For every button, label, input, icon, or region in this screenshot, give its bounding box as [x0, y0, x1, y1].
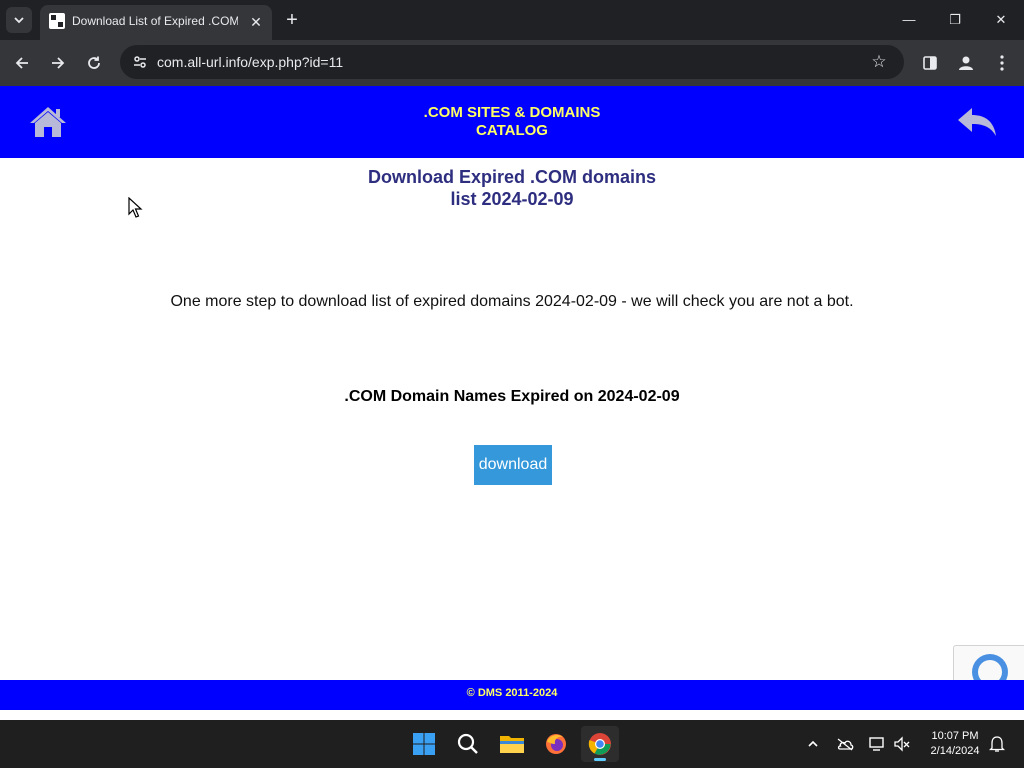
site-header: .COM SITES & DOMAINS CATALOG [0, 86, 1024, 158]
url-text: com.all-url.info/exp.php?id=11 [157, 54, 344, 70]
browser-tab[interactable]: Download List of Expired .COM domains ✕ [40, 5, 272, 40]
chevron-down-icon [14, 17, 24, 24]
chrome-icon [588, 733, 611, 755]
back-link[interactable] [956, 104, 998, 140]
file-explorer-button[interactable] [493, 726, 531, 762]
tune-icon [134, 56, 146, 68]
expired-domains-heading: .COM Domain Names Expired on 2024-02-09 [344, 388, 680, 405]
site-footer: © DMS 2011-2024 [0, 680, 1024, 710]
folder-icon [500, 736, 524, 753]
search-icon [457, 733, 478, 754]
copyright-text: © DMS 2011-2024 [466, 687, 558, 699]
reload-button[interactable] [80, 49, 108, 77]
tab-title: Download List of Expired .COM domains [72, 14, 238, 28]
side-panel-icon[interactable] [917, 50, 943, 76]
bot-check-notice: One more step to download list of expire… [170, 293, 854, 310]
back-button[interactable] [8, 49, 36, 77]
volume-muted-icon[interactable] [892, 734, 912, 754]
recaptcha-icon [972, 654, 1008, 680]
start-button[interactable] [405, 726, 443, 762]
home-link[interactable] [28, 104, 68, 140]
tab-search-button[interactable] [6, 7, 32, 33]
address-bar[interactable]: com.all-url.info/exp.php?id=11 ☆ [120, 45, 904, 79]
mouse-cursor-icon [128, 197, 143, 218]
minimize-button[interactable]: — [886, 0, 932, 40]
page-title: Download Expired .COM domains list 2024-… [312, 166, 712, 210]
window-close-button[interactable]: ✕ [978, 0, 1024, 40]
home-icon [30, 107, 66, 137]
forward-button[interactable] [44, 49, 72, 77]
page-title-line1: Download Expired .COM domains [367, 167, 657, 187]
notification-bell-icon[interactable] [987, 734, 1007, 754]
page-title-line2: list 2024-02-09 [450, 189, 574, 209]
firefox-icon [546, 734, 566, 754]
site-title-line2: CATALOG [476, 122, 548, 139]
browser-tab-strip: Download List of Expired .COM domains ✕ … [0, 0, 1024, 40]
profile-icon[interactable] [953, 50, 979, 76]
system-clock[interactable]: 10:07 PM 2/14/2024 [918, 729, 992, 759]
search-button[interactable] [449, 726, 487, 762]
kebab-menu-icon[interactable] [989, 50, 1015, 76]
chevron-up-icon[interactable] [803, 734, 823, 754]
download-button[interactable]: download [474, 445, 552, 485]
arrow-left-icon [15, 57, 28, 69]
windows-taskbar: 10:07 PM 2/14/2024 [0, 720, 1024, 768]
network-icon[interactable] [867, 734, 887, 754]
site-title-line1: .COM SITES & DOMAINS [423, 104, 601, 121]
restore-button[interactable]: ❐ [932, 0, 978, 40]
arrow-right-icon [52, 57, 65, 69]
site-favicon-icon [49, 13, 65, 29]
new-tab-button[interactable]: + [280, 8, 304, 32]
clock-date: 2/14/2024 [930, 745, 980, 757]
firefox-button[interactable] [537, 726, 575, 762]
site-info-icon[interactable] [128, 51, 152, 73]
chrome-button[interactable] [581, 726, 619, 762]
clock-time: 10:07 PM [931, 730, 979, 742]
windows-logo-icon [413, 733, 435, 755]
reply-arrow-icon [958, 108, 996, 136]
recaptcha-badge[interactable] [953, 645, 1024, 680]
reload-icon [88, 56, 100, 69]
onedrive-icon[interactable] [835, 734, 855, 754]
bookmark-star-icon[interactable]: ☆ [868, 51, 890, 73]
close-tab-icon[interactable]: ✕ [246, 12, 266, 32]
site-title[interactable]: .COM SITES & DOMAINS CATALOG [362, 104, 662, 140]
browser-toolbar: com.all-url.info/exp.php?id=11 ☆ [0, 40, 1024, 86]
